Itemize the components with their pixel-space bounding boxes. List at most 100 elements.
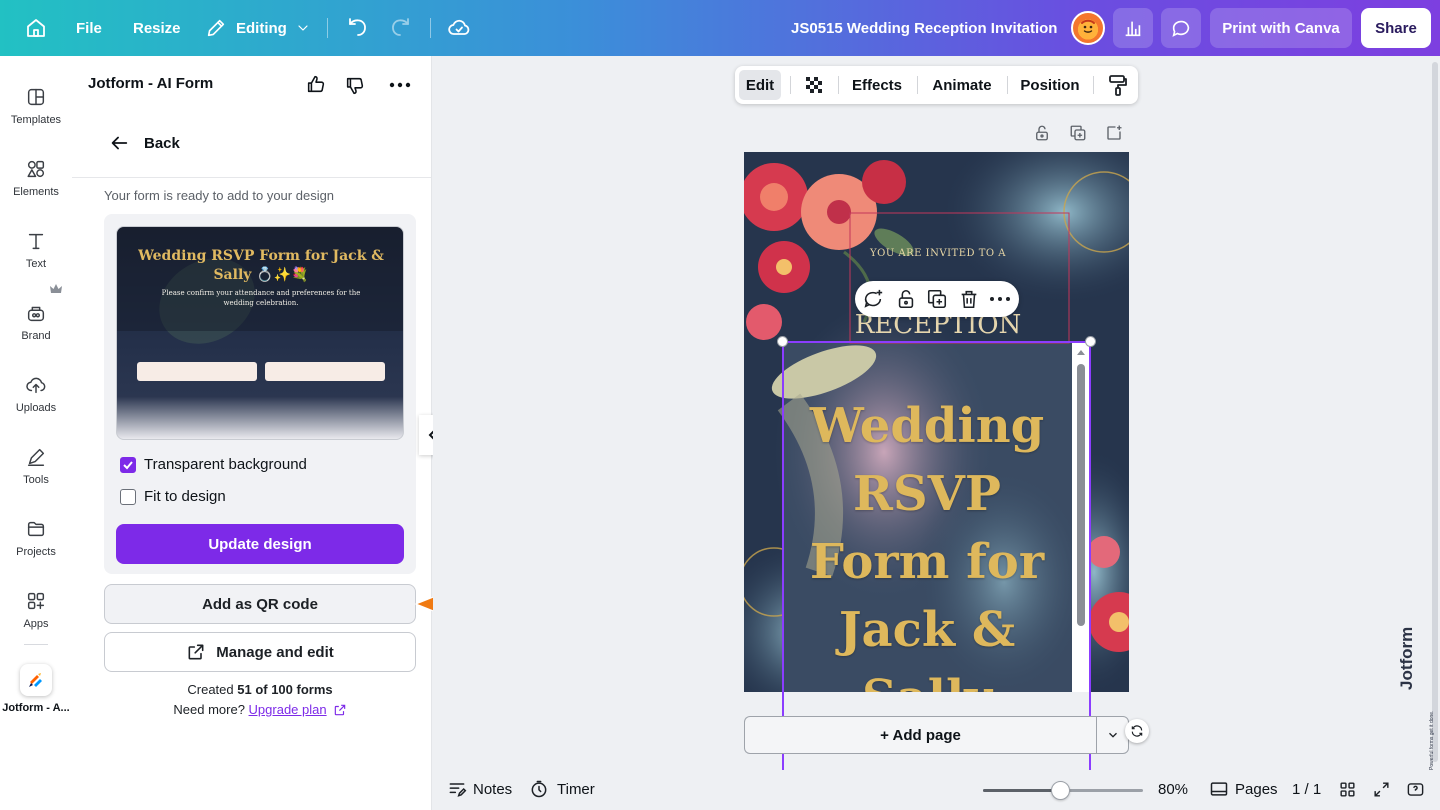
rail-item-jotform[interactable]: Jotform - A... xyxy=(0,656,72,716)
text-icon xyxy=(28,233,44,250)
more-options-button[interactable] xyxy=(388,75,412,95)
undo-button[interactable] xyxy=(346,0,370,56)
rail-item-uploads[interactable]: Uploads xyxy=(0,360,72,432)
avatar[interactable] xyxy=(1071,0,1105,56)
editing-mode-dropdown[interactable]: Editing xyxy=(205,0,311,56)
transparency-button[interactable] xyxy=(801,66,827,104)
comment-add-icon xyxy=(864,289,883,308)
position-button[interactable]: Position xyxy=(1017,66,1083,104)
cloud-upload-icon xyxy=(26,377,46,394)
comment-button[interactable] xyxy=(862,288,884,310)
thumbs-up-button[interactable] xyxy=(305,73,327,95)
add-as-qr-code-button[interactable]: Add as QR code xyxy=(104,584,416,624)
rail-item-brand[interactable]: Brand xyxy=(0,284,72,360)
thumbs-down-icon xyxy=(346,77,364,95)
add-page-icon-button[interactable] xyxy=(1105,124,1123,142)
invited-text[interactable]: YOU ARE INVITED TO A xyxy=(848,248,1028,259)
forms-usage-text: Created 51 of 100 forms xyxy=(104,682,416,697)
upgrade-text: Need more? Upgrade plan xyxy=(104,702,416,717)
need-more-text: Need more? xyxy=(173,702,249,717)
insights-button[interactable] xyxy=(1113,8,1153,48)
home-button[interactable] xyxy=(24,0,48,56)
rail-item-templates[interactable]: Templates xyxy=(0,72,72,144)
rail-label: Jotform - A... xyxy=(2,702,70,714)
document-title[interactable]: JS0515 Wedding Reception Invitation xyxy=(791,0,1057,56)
edit-button[interactable]: Edit xyxy=(739,70,781,100)
refresh-button[interactable] xyxy=(1125,719,1149,743)
copy-style-button[interactable] xyxy=(1105,66,1131,104)
folder-icon xyxy=(27,521,45,537)
lock-button[interactable] xyxy=(895,288,917,310)
manage-and-edit-label: Manage and edit xyxy=(216,643,334,661)
print-with-canva-button[interactable]: Print with Canva xyxy=(1210,8,1352,48)
fit-to-design-checkbox[interactable] xyxy=(120,488,136,505)
zoom-level[interactable]: 80% xyxy=(1158,781,1188,798)
rail-item-tools[interactable]: Tools xyxy=(0,432,72,504)
cloud-check-icon xyxy=(448,19,470,35)
animate-button[interactable]: Animate xyxy=(927,66,997,104)
delete-button[interactable] xyxy=(958,288,980,310)
resize-handle-top-left[interactable] xyxy=(777,336,788,347)
add-page-button[interactable]: + Add page xyxy=(744,716,1096,754)
rail-item-projects[interactable]: Projects xyxy=(0,504,72,576)
created-prefix: Created xyxy=(187,682,238,697)
jotform-logo-icon xyxy=(29,673,42,687)
update-design-button[interactable]: Update design xyxy=(116,524,404,564)
pencil-icon xyxy=(207,19,225,37)
jotform-watermark: Jotform xyxy=(1397,627,1416,690)
preview-field-first xyxy=(137,362,257,381)
rail-label: Brand xyxy=(21,330,51,342)
lock-page-button[interactable] xyxy=(1033,124,1051,142)
canvas-scrollbar[interactable] xyxy=(1432,62,1438,762)
manage-and-edit-button[interactable]: Manage and edit xyxy=(104,632,416,672)
redo-button[interactable] xyxy=(388,0,412,56)
form-preview[interactable]: Wedding RSVP Form for Jack & Sally 💍✨💐 P… xyxy=(116,226,404,440)
more-button[interactable] xyxy=(989,292,1011,306)
divider xyxy=(327,18,328,38)
rail-item-text[interactable]: Text xyxy=(0,216,72,288)
rail-label: Apps xyxy=(23,618,49,630)
external-link-icon xyxy=(334,704,345,715)
notes-button[interactable]: Notes xyxy=(447,779,512,799)
help-button[interactable] xyxy=(1406,780,1425,799)
pages-label: Pages xyxy=(1235,780,1278,798)
duplicate-button[interactable] xyxy=(926,288,948,310)
rail-item-apps[interactable]: Apps xyxy=(0,576,72,648)
transparent-background-label: Transparent background xyxy=(144,456,307,473)
upgrade-plan-link[interactable]: Upgrade plan xyxy=(249,702,327,717)
file-menu[interactable]: File xyxy=(76,0,102,56)
transparent-background-checkbox[interactable] xyxy=(120,456,136,473)
fit-to-design-label: Fit to design xyxy=(144,488,226,505)
effects-button[interactable]: Effects xyxy=(847,66,907,104)
notes-label: Notes xyxy=(473,780,513,798)
timer-button[interactable]: Timer xyxy=(529,779,595,799)
back-button[interactable]: Back xyxy=(108,132,180,154)
refresh-icon xyxy=(1131,725,1143,737)
page-count[interactable]: 1 / 1 xyxy=(1292,781,1321,798)
expand-icon xyxy=(1374,782,1389,797)
thumbs-down-button[interactable] xyxy=(344,75,366,97)
redo-icon xyxy=(392,18,409,36)
duplicate-page-button[interactable] xyxy=(1069,124,1087,142)
context-toolbar: Edit Effects Animate Position xyxy=(735,66,1138,104)
grid-view-button[interactable] xyxy=(1338,780,1357,799)
rail-item-elements[interactable]: Elements xyxy=(0,144,72,216)
add-page-options-button[interactable] xyxy=(1096,716,1129,754)
transparent-background-option[interactable]: Transparent background xyxy=(120,456,307,473)
share-button[interactable]: Share xyxy=(1361,8,1431,48)
resize-button[interactable]: Resize xyxy=(133,0,181,56)
divider xyxy=(917,76,918,94)
zoom-slider-thumb[interactable] xyxy=(1050,781,1070,800)
face-icon xyxy=(1081,19,1095,33)
more-horizontal-icon xyxy=(389,82,411,88)
panel-title: Jotform - AI Form xyxy=(88,75,214,92)
fit-to-design-option[interactable]: Fit to design xyxy=(120,488,226,505)
resize-handle-top-right[interactable] xyxy=(1085,336,1096,347)
home-icon xyxy=(27,19,45,37)
fullscreen-button[interactable] xyxy=(1372,780,1391,799)
chevron-down-icon xyxy=(298,25,308,31)
more-horizontal-icon xyxy=(990,297,1010,301)
cloud-save-status[interactable] xyxy=(447,0,471,56)
pages-button[interactable]: Pages xyxy=(1209,779,1278,799)
comments-button[interactable] xyxy=(1161,8,1201,48)
